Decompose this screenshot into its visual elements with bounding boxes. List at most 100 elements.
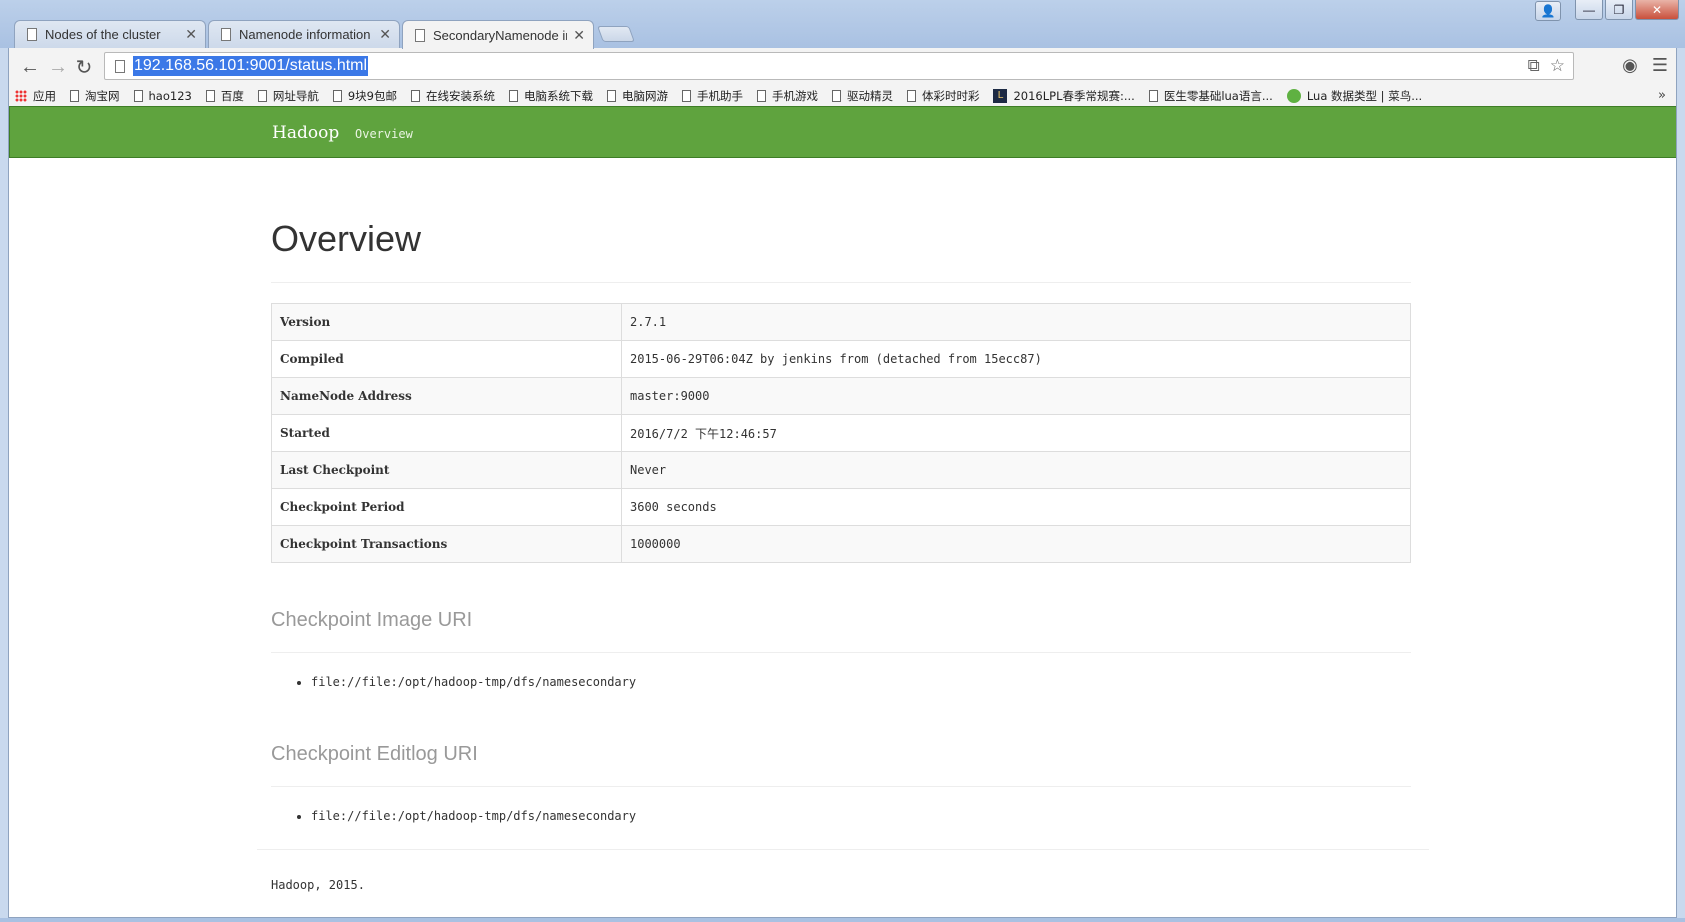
minimize-button[interactable]: — bbox=[1575, 0, 1603, 20]
close-icon[interactable]: ✕ bbox=[379, 26, 391, 43]
bookmark-item[interactable]: 手机游戏 bbox=[756, 88, 818, 104]
apps-grid-icon bbox=[15, 90, 27, 102]
bookmark-label: 9块9包邮 bbox=[347, 89, 397, 103]
bookmark-item[interactable]: 电脑系统下载 bbox=[508, 88, 593, 104]
back-icon[interactable]: ← bbox=[17, 54, 43, 80]
tab-label: Nodes of the cluster bbox=[45, 27, 161, 42]
table-row: Compiled 2015-06-29T06:04Z by jenkins fro… bbox=[271, 340, 1411, 378]
lua-icon bbox=[1286, 89, 1301, 103]
page-icon bbox=[410, 90, 420, 102]
restore-button[interactable]: ❐ bbox=[1605, 0, 1633, 20]
reload-icon[interactable]: ↻ bbox=[71, 54, 97, 80]
tab-namenode-information[interactable]: Namenode information ✕ bbox=[208, 20, 400, 48]
tab-strip: Nodes of the cluster ✕ Namenode informat… bbox=[14, 20, 635, 49]
bookmark-item[interactable]: Lua 数据类型 | 菜鸟... bbox=[1286, 88, 1423, 104]
row-value: 1000000 bbox=[621, 525, 1411, 563]
bookmark-label: 驱动精灵 bbox=[846, 89, 893, 103]
row-key: Started bbox=[271, 414, 622, 452]
page-icon bbox=[133, 90, 143, 102]
bookmark-item[interactable]: 驱动精灵 bbox=[831, 88, 893, 104]
list-item: file://file:/opt/hadoop-tmp/dfs/nameseco… bbox=[311, 809, 1411, 823]
navbar-brand[interactable]: Hadoop bbox=[272, 123, 339, 143]
page-viewport: Hadoop Overview Overview Version 2.7.1 Co… bbox=[8, 106, 1677, 918]
bookmarks-overflow-button[interactable]: » bbox=[1658, 88, 1666, 103]
row-value: master:9000 bbox=[621, 377, 1411, 415]
page-icon bbox=[906, 90, 916, 102]
bookmark-label: 电脑系统下载 bbox=[523, 89, 593, 103]
overview-table: Version 2.7.1 Compiled 2015-06-29T06:04Z b… bbox=[271, 303, 1411, 563]
list-item: file://file:/opt/hadoop-tmp/dfs/nameseco… bbox=[311, 675, 1411, 689]
table-row: Last Checkpoint Never bbox=[271, 451, 1411, 489]
row-value: 2.7.1 bbox=[621, 303, 1411, 341]
bookmark-label: 应用 bbox=[33, 89, 56, 103]
forward-icon[interactable]: → bbox=[45, 54, 71, 80]
row-key: Last Checkpoint bbox=[271, 451, 622, 489]
bookmarks-bar: 应用 淘宝网 hao123 百度 网址导航 9块9包邮 在线安装系统 电脑系统下… bbox=[8, 86, 1677, 106]
bookmark-item[interactable]: 9块9包邮 bbox=[332, 88, 397, 104]
bookmark-label: 手机助手 bbox=[696, 89, 743, 103]
table-row: Started 2016/7/2 下午12:46:57 bbox=[271, 414, 1411, 452]
bookmark-item[interactable]: 在线安装系统 bbox=[410, 88, 495, 104]
extension-eye-icon[interactable]: ◉ bbox=[1622, 55, 1638, 76]
bookmark-label: 2016LPL春季常规赛:... bbox=[1013, 89, 1135, 103]
close-icon[interactable]: ✕ bbox=[573, 27, 585, 44]
bookmark-label: 网址导航 bbox=[272, 89, 319, 103]
tab-secondarynamenode-info[interactable]: SecondaryNamenode info ✕ bbox=[402, 20, 594, 49]
page-icon bbox=[756, 90, 766, 102]
row-key: Compiled bbox=[271, 340, 622, 378]
bookmark-item[interactable]: 淘宝网 bbox=[70, 88, 120, 104]
url-text[interactable]: 192.168.56.101:9001/status.html bbox=[133, 56, 369, 76]
lpl-icon: L bbox=[993, 89, 1008, 103]
image-uri-list: file://file:/opt/hadoop-tmp/dfs/nameseco… bbox=[311, 675, 1411, 689]
bookmark-item[interactable]: 体彩时时彩 bbox=[906, 88, 979, 104]
page-icon bbox=[681, 90, 691, 102]
checkpoint-editlog-uri-heading: Checkpoint Editlog URI bbox=[271, 743, 1411, 787]
bookmark-item[interactable]: L 2016LPL春季常规赛:... bbox=[993, 88, 1135, 104]
row-key: Checkpoint Period bbox=[271, 488, 622, 526]
main-content: Overview Version 2.7.1 Compiled 2015-06-29… bbox=[271, 158, 1411, 823]
row-value: 3600 seconds bbox=[621, 488, 1411, 526]
bookmark-item[interactable]: 医生零基础lua语言... bbox=[1148, 88, 1273, 104]
bookmark-label: Lua 数据类型 | 菜鸟... bbox=[1306, 89, 1423, 103]
bookmark-label: 电脑网游 bbox=[621, 89, 668, 103]
table-row: Checkpoint Transactions 1000000 bbox=[271, 525, 1411, 563]
page-icon bbox=[1148, 90, 1158, 102]
page-footer: Hadoop, 2015. bbox=[271, 878, 365, 892]
menu-icon[interactable]: ☰ bbox=[1652, 55, 1668, 76]
hadoop-navbar: Hadoop Overview bbox=[9, 106, 1676, 158]
page-icon bbox=[508, 90, 518, 102]
tab-nodes-of-cluster[interactable]: Nodes of the cluster ✕ bbox=[14, 20, 206, 48]
browser-toolbar: ← → ↻ 192.168.56.101:9001/status.html ⧉ … bbox=[8, 48, 1677, 86]
translate-icon[interactable]: ⧉ bbox=[1528, 56, 1540, 76]
bookmark-item[interactable]: 网址导航 bbox=[257, 88, 319, 104]
user-icon[interactable]: 👤 bbox=[1535, 1, 1561, 21]
close-window-button[interactable]: ✕ bbox=[1635, 0, 1679, 20]
page-icon bbox=[205, 90, 215, 102]
bookmark-item[interactable]: 手机助手 bbox=[681, 88, 743, 104]
new-tab-button[interactable] bbox=[597, 26, 635, 42]
bookmark-item[interactable]: hao123 bbox=[133, 89, 192, 103]
footer-divider bbox=[257, 849, 1429, 850]
page-icon bbox=[606, 90, 616, 102]
bookmark-label: 在线安装系统 bbox=[425, 89, 495, 103]
bookmark-item[interactable]: 百度 bbox=[205, 88, 244, 104]
close-icon[interactable]: ✕ bbox=[185, 26, 197, 43]
row-value: 2015-06-29T06:04Z by jenkins from (detac… bbox=[621, 340, 1411, 378]
bookmark-item[interactable]: 电脑网游 bbox=[606, 88, 668, 104]
bookmark-label: 淘宝网 bbox=[85, 89, 120, 103]
tab-label: Namenode information bbox=[239, 27, 371, 42]
bookmark-label: 手机游戏 bbox=[771, 89, 818, 103]
bookmark-apps[interactable]: 应用 bbox=[15, 88, 56, 104]
page-icon bbox=[332, 90, 342, 102]
bookmark-star-icon[interactable]: ☆ bbox=[1550, 56, 1565, 76]
page-icon bbox=[115, 59, 125, 73]
table-row: NameNode Address master:9000 bbox=[271, 377, 1411, 415]
address-bar[interactable]: 192.168.56.101:9001/status.html ⧉ ☆ bbox=[104, 52, 1574, 80]
row-value: Never bbox=[621, 451, 1411, 489]
bookmark-label: 医生零基础lua语言... bbox=[1163, 89, 1273, 103]
table-row: Version 2.7.1 bbox=[271, 303, 1411, 341]
editlog-uri-list: file://file:/opt/hadoop-tmp/dfs/nameseco… bbox=[311, 809, 1411, 823]
nav-link-overview[interactable]: Overview bbox=[355, 127, 413, 141]
page-icon bbox=[831, 90, 841, 102]
checkpoint-image-uri-heading: Checkpoint Image URI bbox=[271, 609, 1411, 653]
